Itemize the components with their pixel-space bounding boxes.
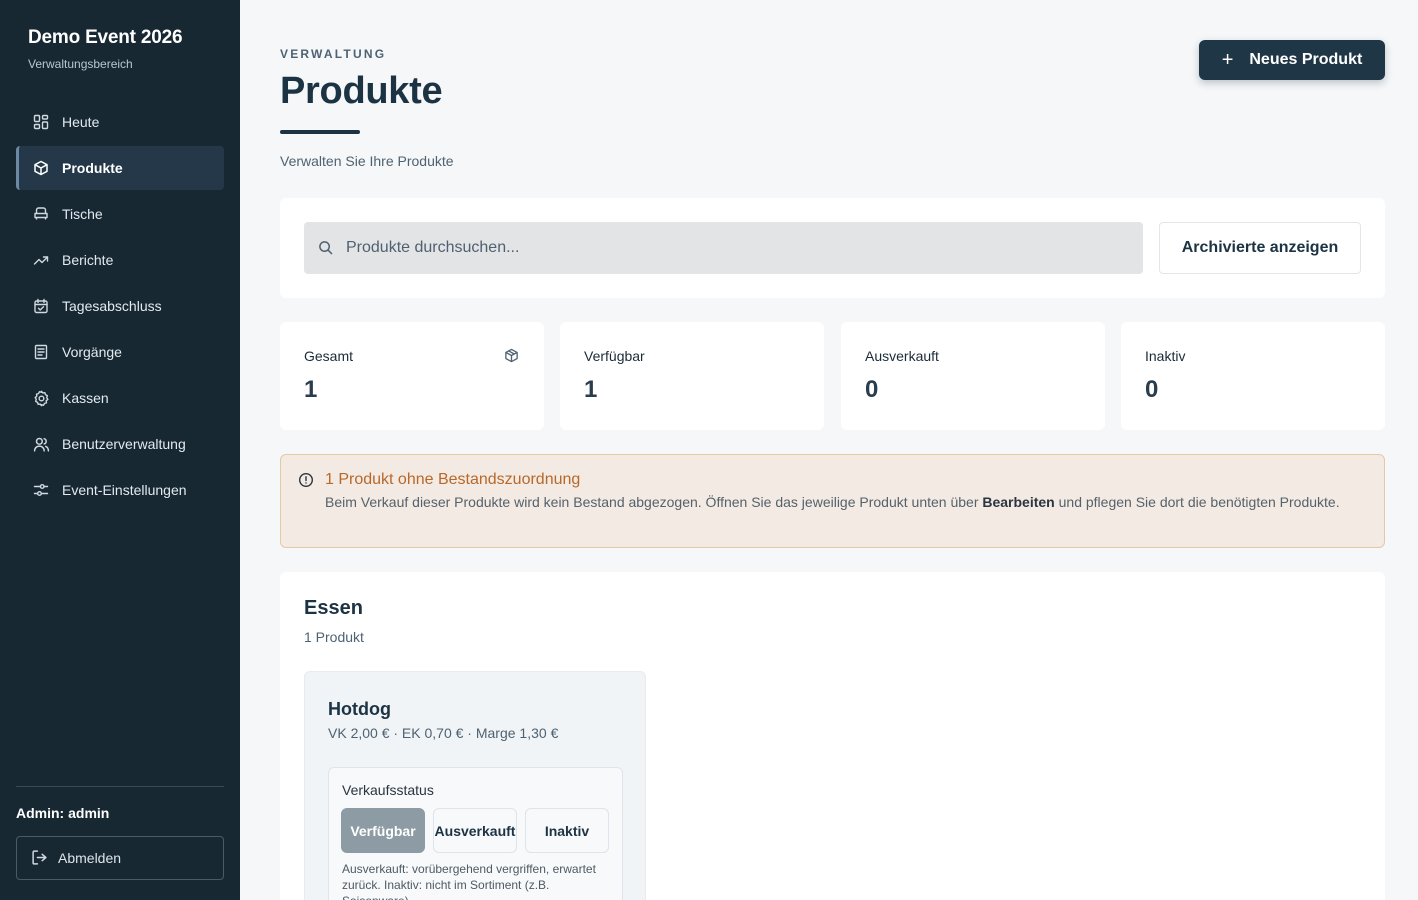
sidebar-item-produkte[interactable]: Produkte	[16, 146, 224, 190]
sliders-icon	[32, 481, 50, 499]
sidebar-item-berichte[interactable]: Berichte	[16, 238, 224, 282]
package-icon	[504, 348, 520, 364]
layout-grid-icon	[32, 113, 50, 131]
new-product-label: Neues Produkt	[1249, 51, 1363, 68]
search-input[interactable]	[346, 239, 1126, 257]
event-title: Demo Event 2026	[28, 27, 183, 48]
stat-value: 1	[304, 376, 318, 403]
stat-value: 1	[584, 376, 598, 403]
sidebar-item-label: Produkte	[62, 160, 123, 176]
sales-status-label: Verkaufsstatus	[342, 782, 434, 798]
search-box[interactable]	[304, 222, 1143, 274]
stat-card-inactive: Inaktiv 0	[1121, 322, 1385, 430]
sidebar-item-label: Kassen	[62, 390, 109, 406]
title-underline	[280, 130, 360, 134]
stat-card-total: Gesamt 1	[280, 322, 544, 430]
page-subtitle: Verwalten Sie Ihre Produkte	[280, 153, 454, 169]
sidebar-item-label: Tische	[62, 206, 103, 222]
package-icon	[32, 159, 50, 177]
search-card: Archivierte anzeigen	[280, 198, 1385, 298]
page-eyebrow: VERWALTUNG	[280, 47, 387, 61]
sidebar-item-label: Benutzerverwaltung	[62, 436, 186, 452]
status-option-available[interactable]: Verfügbar	[341, 808, 425, 853]
sidebar-item-tische[interactable]: Tische	[16, 192, 224, 236]
status-option-inactive[interactable]: Inaktiv	[525, 808, 609, 853]
admin-label: Admin: admin	[16, 805, 110, 821]
sidebar-item-heute[interactable]: Heute	[16, 100, 224, 144]
stat-label: Verfügbar	[584, 348, 645, 364]
category-count: 1 Produkt	[304, 629, 364, 645]
product-name: Hotdog	[328, 699, 391, 719]
alert-circle-icon	[298, 472, 314, 488]
sidebar-item-label: Tagesabschluss	[62, 298, 162, 314]
alert-text-bold: Bearbeiten	[982, 494, 1055, 510]
logout-icon	[31, 849, 49, 867]
plus-icon: +	[1221, 49, 1234, 71]
stat-card-available: Verfügbar 1	[560, 322, 824, 430]
sidebar-item-label: Heute	[62, 114, 100, 130]
calendar-check-icon	[32, 297, 50, 315]
sales-status-box: Verkaufsstatus Verfügbar Ausverkauft Ina…	[328, 767, 623, 900]
stat-value: 0	[1145, 376, 1159, 403]
stat-card-sold-out: Ausverkauft 0	[841, 322, 1105, 430]
receipt-icon	[32, 343, 50, 361]
sidebar-item-event-einstellungen[interactable]: Event-Einstellungen	[16, 468, 224, 512]
stat-label: Gesamt	[304, 348, 354, 364]
category-title: Essen	[304, 597, 363, 619]
search-icon	[318, 240, 334, 256]
sidebar-nav: Heute Produkte Tische Berichte Tagesabsc…	[16, 100, 224, 514]
show-archived-button[interactable]: Archivierte anzeigen	[1159, 222, 1361, 274]
event-subtitle: Verwaltungsbereich	[28, 57, 133, 71]
product-card: Hotdog VK 2,00 € · EK 0,70 € · Marge 1,3…	[304, 671, 646, 900]
new-product-button[interactable]: + Neues Produkt	[1199, 40, 1385, 80]
sidebar-item-label: Event-Einstellungen	[62, 482, 187, 498]
product-prices: VK 2,00 € · EK 0,70 € · Marge 1,30 €	[328, 725, 559, 741]
armchair-icon	[32, 205, 50, 223]
sidebar-divider	[16, 786, 224, 787]
sidebar: Demo Event 2026 Verwaltungsbereich Heute…	[0, 0, 240, 900]
category-section: Essen 1 Produkt Hotdog VK 2,00 € · EK 0,…	[280, 572, 1385, 900]
status-hint: Ausverkauft: vorübergehend vergriffen, e…	[342, 862, 596, 900]
gear-icon	[32, 389, 50, 407]
page-title: Produkte	[280, 70, 443, 112]
status-option-sold-out[interactable]: Ausverkauft	[433, 808, 517, 853]
alert-title: 1 Produkt ohne Bestandszuordnung	[325, 471, 581, 488]
stat-value: 0	[865, 376, 879, 403]
sidebar-item-vorgaenge[interactable]: Vorgänge	[16, 330, 224, 374]
alert-text: Beim Verkauf dieser Produkte wird kein B…	[325, 494, 1340, 510]
stat-label: Inaktiv	[1145, 348, 1186, 364]
sidebar-item-label: Vorgänge	[62, 344, 122, 360]
sidebar-item-label: Berichte	[62, 252, 114, 268]
stock-warning-alert: 1 Produkt ohne Bestandszuordnung Beim Ve…	[280, 454, 1385, 548]
logout-button[interactable]: Abmelden	[16, 836, 224, 880]
sidebar-item-benutzerverwaltung[interactable]: Benutzerverwaltung	[16, 422, 224, 466]
logout-label: Abmelden	[58, 850, 122, 866]
sidebar-item-kassen[interactable]: Kassen	[16, 376, 224, 420]
users-icon	[32, 435, 50, 453]
stat-label: Ausverkauft	[865, 348, 939, 364]
sidebar-item-tagesabschluss[interactable]: Tagesabschluss	[16, 284, 224, 328]
trending-up-icon	[32, 251, 50, 269]
